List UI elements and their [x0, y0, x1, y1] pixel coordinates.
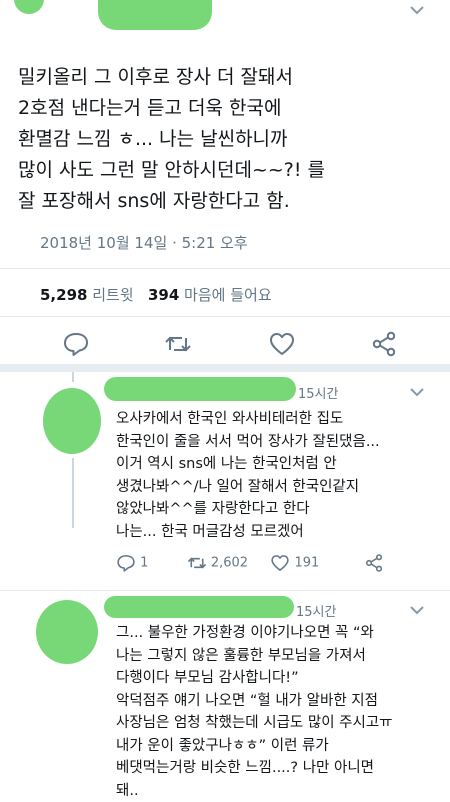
- reply-text: 그... 불우한 가정환경 이야기나오면 꼭 “와 나는 그렇지 않은 훌륭한 …: [116, 622, 393, 802]
- chevron-down-icon[interactable]: [410, 605, 424, 615]
- retweet-count[interactable]: 5,298: [40, 286, 87, 304]
- redacted-username: [98, 0, 212, 30]
- tweet-line: 많이 사도 그런 말 안하시던데~~?! 를: [18, 155, 443, 186]
- tweet-time: 5:21 오후: [182, 234, 248, 252]
- reply-line: 한국인이 줄을 서서 먹어 장사가 잘된댔음...: [116, 431, 380, 454]
- redacted-username: [104, 377, 296, 401]
- reply-actions: 1 2,602 191: [116, 553, 384, 573]
- like-count: 191: [294, 556, 319, 571]
- tweet-stats: 5,298 리트윗 394 마음에 들어요: [40, 284, 272, 305]
- tweet-line: 환멸감 느낌 ㅎ... 나는 날씬하니까: [18, 124, 443, 155]
- reply-text: 오사카에서 한국인 와사비테러한 집도 한국인이 줄을 서서 먹어 장사가 잘된…: [116, 408, 380, 543]
- tweet-line: 2호점 낸다는거 듣고 더욱 한국에: [18, 93, 443, 124]
- tweet-date: 2018년 10월 14일: [40, 234, 167, 252]
- divider: [0, 316, 450, 317]
- reply-line: 다행이다 부모님 감사합니다!”: [116, 667, 393, 690]
- reply-icon[interactable]: [116, 553, 136, 573]
- reply-line: 악덕점주 얘기 나오면 “헐 내가 알바한 지점: [116, 690, 393, 713]
- redacted-avatar: [14, 0, 44, 14]
- tweet-timestamp[interactable]: 2018년 10월 14일 · 5:21 오후: [40, 232, 248, 253]
- reply-line: 내가 운이 좋았구나ㅎㅎ” 이런 류가: [116, 735, 393, 758]
- heart-icon[interactable]: [268, 330, 296, 358]
- retweet-label[interactable]: 리트윗: [92, 286, 133, 304]
- reply-line: 오사카에서 한국인 와사비테러한 집도: [116, 408, 380, 431]
- retweet-icon[interactable]: [187, 553, 207, 573]
- reply-line: 이거 역시 sns에 나는 한국인처럼 안: [116, 453, 380, 476]
- heart-icon[interactable]: [270, 553, 290, 573]
- retweet-count: 2,602: [211, 556, 248, 571]
- reply-line: 베댓먹는거랑 비슷한 느낌....? 나만 아니면: [116, 757, 393, 780]
- chevron-down-icon[interactable]: [410, 387, 424, 397]
- redacted-avatar: [43, 388, 101, 454]
- thread-line: [72, 458, 74, 528]
- reply-time: 15시간: [296, 601, 336, 620]
- tweet-actions: [0, 330, 450, 362]
- section-gap: [0, 364, 450, 372]
- reply-line: 사장님은 엄청 착했는데 시급도 많이 주시고ㅠ: [116, 712, 393, 735]
- reply-line: 나는 그렇지 않은 훌륭한 부모님을 가져서: [116, 645, 393, 668]
- divider: [0, 268, 450, 269]
- redacted-avatar: [36, 600, 98, 664]
- reply-icon[interactable]: [62, 330, 90, 358]
- like-count[interactable]: 394: [148, 286, 179, 304]
- reply-line: 돼..: [116, 780, 393, 802]
- like-label[interactable]: 마음에 들어요: [184, 286, 272, 304]
- reply-line: 생겼나봐^^/나 일어 잘해서 한국인같지: [116, 476, 380, 499]
- meta-separator: ·: [172, 234, 177, 252]
- reply-line: 않았나봐^^를 자랑한다고 한다: [116, 498, 380, 521]
- share-icon[interactable]: [370, 330, 398, 358]
- redacted-username: [104, 596, 294, 618]
- reply-time: 15시간: [298, 383, 338, 402]
- retweet-icon[interactable]: [164, 330, 192, 358]
- reply-line: 그... 불우한 가정환경 이야기나오면 꼭 “와: [116, 622, 393, 645]
- reply-count: 1: [140, 556, 148, 571]
- divider: [0, 590, 450, 591]
- chevron-down-icon[interactable]: [410, 5, 424, 15]
- tweet-line: 잘 포장해서 sns에 자랑한다고 함.: [18, 186, 443, 217]
- tweet-line: 밀키올리 그 이후로 장사 더 잘돼서: [18, 62, 443, 93]
- tweet-text: 밀키올리 그 이후로 장사 더 잘돼서 2호점 낸다는거 듣고 더욱 한국에 환…: [18, 62, 443, 217]
- reply-line: 나는... 한국 머글감성 모르겠어: [116, 521, 380, 544]
- thread-line: [72, 372, 74, 382]
- share-icon[interactable]: [364, 553, 384, 573]
